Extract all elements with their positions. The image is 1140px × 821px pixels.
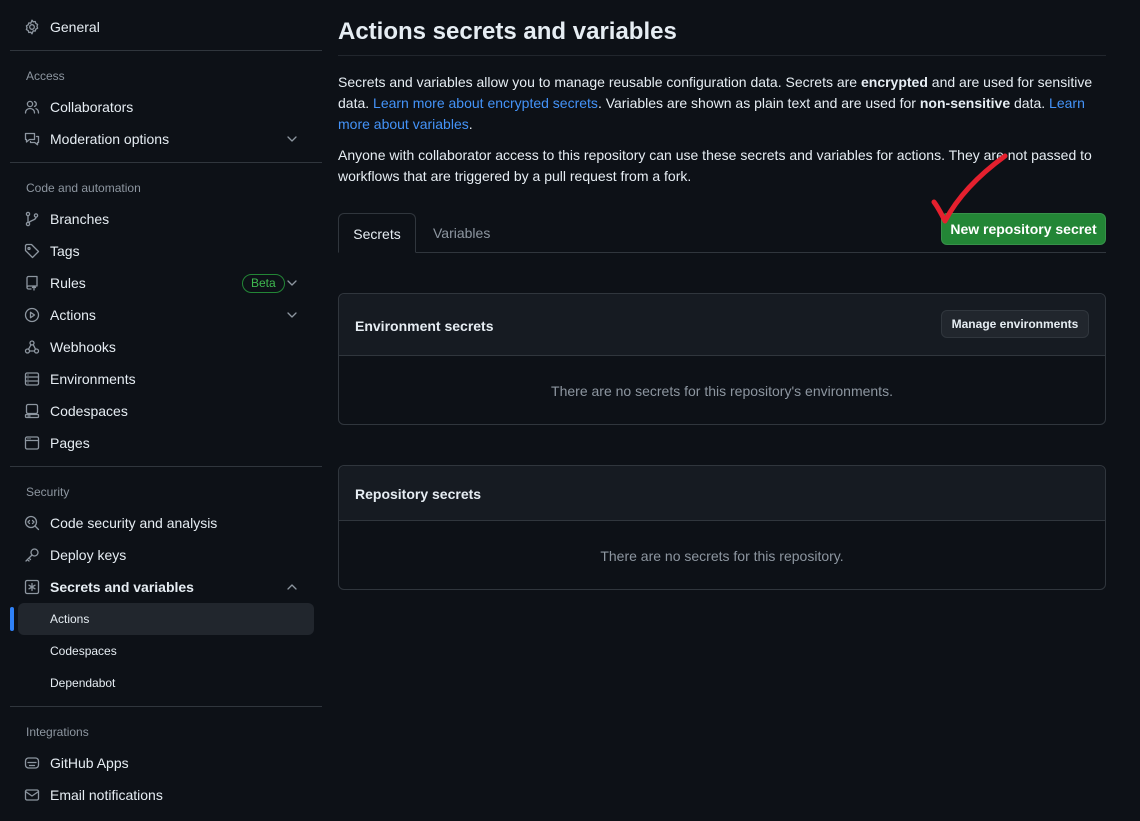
new-repository-secret-button[interactable]: New repository secret [941, 213, 1106, 245]
sidebar-subitem-actions[interactable]: Actions [18, 603, 314, 635]
sidebar-item-label: Tags [50, 243, 80, 259]
page-title: Actions secrets and variables [338, 18, 677, 45]
active-indicator [10, 607, 14, 631]
sidebar-item-secrets-variables[interactable]: Secrets and variables [10, 571, 314, 603]
section-header-access: Access [26, 69, 65, 83]
sidebar-subitem-label: Dependabot [50, 676, 116, 690]
divider [10, 706, 322, 707]
sidebar-item-codespaces[interactable]: Codespaces [10, 395, 314, 427]
repository-secrets-box: Repository secrets There are no secrets … [338, 465, 1106, 590]
intro-text-part: Secrets and variables allow you to manag… [338, 74, 861, 90]
environment-secrets-box: Environment secrets Manage environments … [338, 293, 1106, 425]
divider [10, 50, 322, 51]
sidebar-item-tags[interactable]: Tags [10, 235, 314, 267]
sidebar-item-label: Codespaces [50, 403, 128, 419]
codescan-icon [24, 515, 40, 531]
sidebar-item-label: Collaborators [50, 99, 134, 115]
sidebar-item-environments[interactable]: Environments [10, 363, 314, 395]
sidebar-item-deploy-keys[interactable]: Deploy keys [10, 539, 314, 571]
play-icon [24, 307, 40, 323]
divider [338, 55, 1106, 56]
browser-icon [24, 436, 40, 450]
tag-icon [24, 243, 40, 259]
key-icon [25, 548, 39, 562]
sidebar-item-label: Email notifications [50, 787, 163, 803]
sidebar-item-code-security[interactable]: Code security and analysis [10, 507, 314, 539]
repository-secrets-title: Repository secrets [355, 486, 482, 502]
repository-secrets-empty: There are no secrets for this repository… [600, 548, 844, 564]
environment-secrets-empty: There are no secrets for this repository… [551, 383, 893, 399]
intro-bold-non-sensitive: non-sensitive [919, 95, 1011, 111]
manage-environments-button[interactable]: Manage environments [941, 310, 1089, 338]
comment-discussion-icon [24, 132, 40, 146]
divider [10, 466, 322, 467]
sidebar-item-label: Webhooks [50, 339, 116, 355]
hubot-icon [24, 757, 40, 769]
intro-text-part: data. [1010, 95, 1050, 111]
section-header-integrations: Integrations [26, 725, 89, 739]
chevron-down-icon[interactable] [284, 307, 300, 323]
sidebar-subitem-dependabot[interactable]: Dependabot [18, 667, 314, 699]
learn-more-secrets-link[interactable]: Learn more about encrypted secrets [373, 95, 598, 111]
section-header-code-automation: Code and automation [26, 181, 141, 195]
settings-page: General Access Collaborators Moderation … [0, 0, 1140, 821]
webhook-icon [24, 340, 40, 354]
environment-secrets-title: Environment secrets [355, 318, 494, 334]
tab-variables[interactable]: Variables [417, 213, 506, 253]
codespaces-icon [24, 403, 40, 419]
sidebar-subitem-label: Codespaces [50, 644, 117, 658]
intro-text-part: . Variables are shown as plain text and … [597, 95, 920, 111]
sidebar-subitem-codespaces[interactable]: Codespaces [18, 635, 314, 667]
sidebar-item-label: Secrets and variables [50, 579, 194, 595]
sidebar-item-email-notifications[interactable]: Email notifications [10, 779, 314, 811]
repository-secrets-header: Repository secrets [339, 466, 1105, 521]
chevron-down-icon[interactable] [284, 275, 300, 291]
divider [10, 162, 322, 163]
intro-text-part: . [468, 116, 473, 132]
sidebar-item-moderation[interactable]: Moderation options [10, 123, 314, 155]
sidebar-item-label: Pages [50, 435, 90, 451]
sidebar-item-actions[interactable]: Actions [10, 299, 314, 331]
sidebar-item-branches[interactable]: Branches [10, 203, 314, 235]
sidebar-item-collaborators[interactable]: Collaborators [10, 91, 314, 123]
sidebar-item-github-apps[interactable]: GitHub Apps [10, 747, 314, 779]
chevron-down-icon[interactable] [284, 131, 300, 147]
sidebar-item-label: Actions [50, 307, 96, 323]
access-notice: Anyone with collaborator access to this … [338, 147, 1092, 184]
sidebar-item-rules[interactable]: Rules Beta [10, 267, 314, 299]
sidebar-item-general[interactable]: General [10, 11, 314, 43]
sidebar-item-label: Code security and analysis [50, 515, 218, 531]
key-asterisk-icon [24, 579, 40, 595]
git-branch-icon [25, 211, 39, 227]
people-icon [24, 100, 40, 114]
sidebar-item-label: General [50, 19, 100, 35]
tab-secrets[interactable]: Secrets [338, 213, 416, 253]
intro-bold-encrypted: encrypted [860, 74, 928, 90]
sidebar-item-label: Environments [50, 371, 136, 387]
sidebar-item-label: GitHub Apps [50, 755, 129, 771]
environment-secrets-header: Environment secrets Manage environments [339, 294, 1105, 356]
section-header-security: Security [26, 485, 70, 499]
mail-icon [24, 789, 40, 801]
repo-push-icon [26, 275, 38, 291]
intro-text: Secrets and variables allow you to manag… [338, 72, 1106, 135]
sidebar-item-label: Branches [50, 211, 110, 227]
sidebar-item-label: Moderation options [50, 131, 170, 147]
server-icon [24, 372, 40, 386]
sidebar-item-pages[interactable]: Pages [10, 427, 314, 459]
sidebar-item-label: Deploy keys [50, 547, 127, 563]
gear-icon [25, 19, 39, 35]
sidebar-item-webhooks[interactable]: Webhooks [10, 331, 314, 363]
sidebar-item-label: Rules [50, 275, 86, 291]
settings-sidebar: General Access Collaborators Moderation … [10, 0, 322, 821]
chevron-up-icon[interactable] [284, 579, 300, 595]
sidebar-subitem-label: Actions [50, 612, 90, 626]
beta-badge: Beta [242, 274, 285, 293]
